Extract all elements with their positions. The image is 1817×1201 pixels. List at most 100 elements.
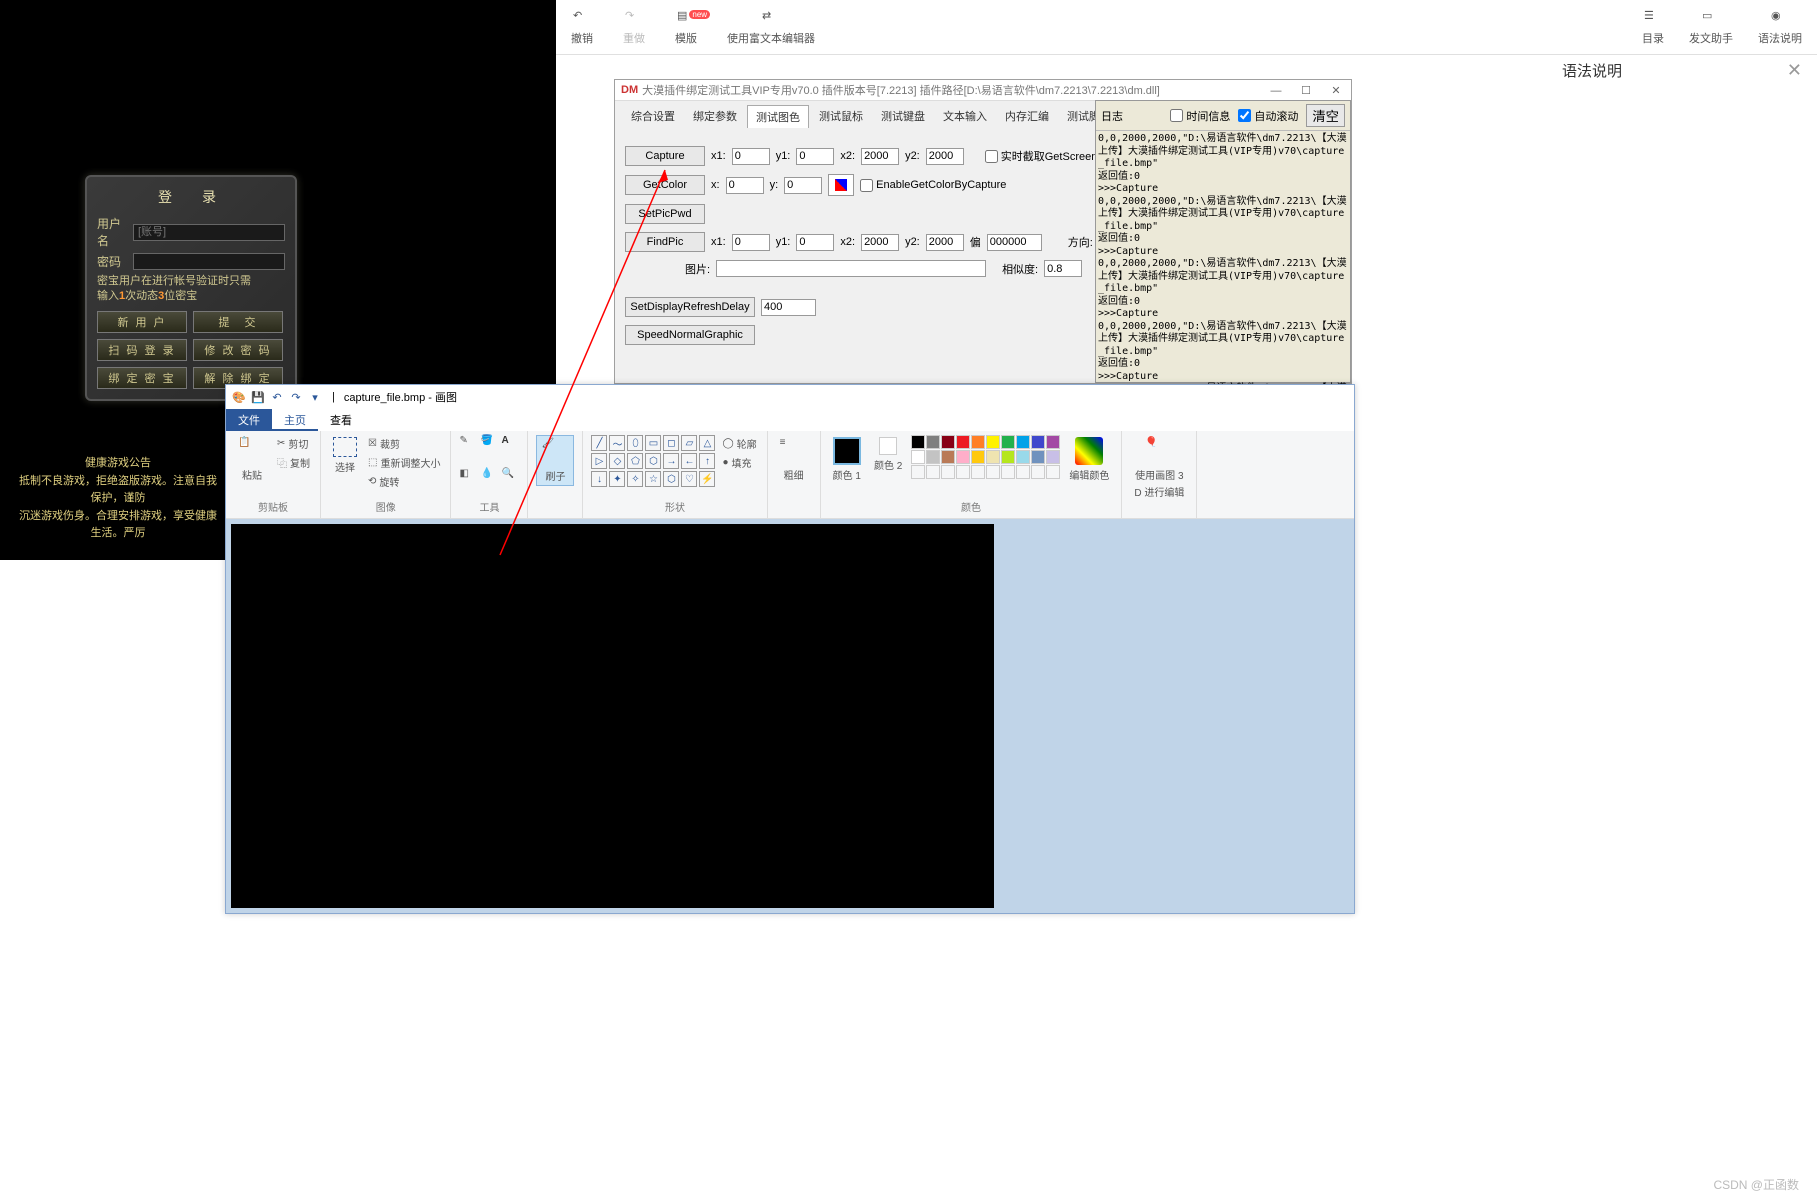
color-swatch[interactable] [956,435,970,449]
findpic-button[interactable]: FindPic [625,232,705,252]
color-swatch-empty[interactable] [956,465,970,479]
color-swatch[interactable] [1046,450,1060,464]
color-swatch[interactable] [1046,435,1060,449]
setpicpwd-button[interactable]: SetPicPwd [625,204,705,224]
color-swatch-empty[interactable] [1016,465,1030,479]
paste-button[interactable]: 📋粘贴 [234,435,270,484]
enable-getcolor-checkbox[interactable]: EnableGetColorByCapture [860,179,1006,192]
paint3d-button[interactable]: 🎈使用画图 3D 进行编辑 [1130,435,1188,501]
capture-y1-input[interactable] [796,148,834,165]
capture-x2-input[interactable] [861,148,899,165]
fill-shape-button[interactable]: ●填充 [720,454,758,471]
cut-button[interactable]: ✂剪切 [275,435,312,452]
new-user-button[interactable]: 新 用 户 [97,311,187,333]
paint-tab-home[interactable]: 主页 [272,409,318,431]
dm-tab-mouse[interactable]: 测试鼠标 [811,105,871,128]
color-swatch[interactable] [941,435,955,449]
color-swatch[interactable] [911,450,925,464]
display-delay-input[interactable] [761,299,816,316]
username-input[interactable] [133,224,285,241]
syntax-button[interactable]: ◉语法说明 [1758,9,1802,46]
color-swatch-empty[interactable] [971,465,985,479]
zoom-tool-icon[interactable]: 🔍 [501,468,519,479]
log-clear-button[interactable]: 清空 [1306,104,1345,127]
bind-secure-button[interactable]: 绑 定 密 宝 [97,367,187,389]
color-swatch[interactable] [971,450,985,464]
color-picker-icon[interactable] [828,174,854,196]
select-button[interactable]: 选择 [329,435,361,476]
getcolor-x-input[interactable] [726,177,764,194]
log-time-checkbox[interactable]: 时间信息 [1170,108,1230,124]
capture-y2-input[interactable] [926,148,964,165]
color-swatch[interactable] [926,450,940,464]
setdisplay-button[interactable]: SetDisplayRefreshDelay [625,297,755,317]
color-swatch-empty[interactable] [1046,465,1060,479]
outline-button[interactable]: ◯轮廓 [720,435,758,452]
findpic-x2-input[interactable] [861,234,899,251]
getcolor-y-input[interactable] [784,177,822,194]
getcolor-button[interactable]: GetColor [625,175,705,195]
speednormal-button[interactable]: SpeedNormalGraphic [625,325,755,345]
color-swatch[interactable] [986,450,1000,464]
crop-button[interactable]: ☒裁剪 [366,435,442,452]
minimize-icon[interactable]: — [1261,80,1291,101]
findpic-x1-input[interactable] [732,234,770,251]
color-palette[interactable] [911,435,1060,479]
template-button[interactable]: ▤new模版 [675,9,697,46]
thickness-button[interactable]: ≡粗细 [776,435,812,484]
color-swatch-empty[interactable] [1001,465,1015,479]
log-content[interactable]: 0,0,2000,2000,"D:\易语言软件\dm7.2213\【大漠上传】大… [1096,131,1350,389]
color-swatch[interactable] [986,435,1000,449]
toc-button[interactable]: ☰目录 [1642,9,1664,46]
paint-canvas[interactable]: 登 录 用户名 密码 密宝用户在进行帐号验证时只需输入1次动态3位密宝 新 用 … [231,524,994,908]
copy-button[interactable]: ⿻复制 [275,454,312,471]
color-swatch-empty[interactable] [986,465,1000,479]
color1-button[interactable]: 颜色 1 [829,435,865,484]
paint-titlebar[interactable]: 🎨 💾 ↶ ↷ ▾ | capture_file.bmp - 画图 [226,385,1354,409]
dm-tab-keyboard[interactable]: 测试键盘 [873,105,933,128]
color-swatch[interactable] [971,435,985,449]
submit-button[interactable]: 提 交 [193,311,283,333]
redo-button[interactable]: ↷重做 [623,9,645,46]
color-swatch-empty[interactable] [1031,465,1045,479]
scan-login-button[interactable]: 扫 码 登 录 [97,339,187,361]
brush-button[interactable]: 🖌刷子 [536,435,574,486]
paint-tab-view[interactable]: 查看 [318,409,364,431]
edit-colors-button[interactable]: 编辑颜色 [1065,435,1113,484]
undo-icon[interactable]: ↶ [269,389,285,405]
dm-tab-text[interactable]: 文本输入 [935,105,995,128]
pencil-tool-icon[interactable]: ✎ [459,435,477,446]
findpic-similarity-input[interactable] [1044,260,1082,277]
password-input[interactable] [133,253,285,270]
paint-tab-file[interactable]: 文件 [226,409,272,431]
findpic-y2-input[interactable] [926,234,964,251]
close-icon[interactable]: ✕ [1787,60,1802,81]
close-icon[interactable]: ✕ [1321,80,1351,101]
paint-canvas-area[interactable]: 登 录 用户名 密码 密宝用户在进行帐号验证时只需输入1次动态3位密宝 新 用 … [226,519,1354,913]
color-swatch-empty[interactable] [941,465,955,479]
color2-button[interactable]: 颜色 2 [870,435,906,474]
color-swatch[interactable] [1001,435,1015,449]
assistant-button[interactable]: ▭发文助手 [1689,9,1733,46]
resize-button[interactable]: ⬚重新调整大小 [366,454,442,471]
color-swatch[interactable] [911,435,925,449]
text-tool-icon[interactable]: A [501,435,519,446]
color-swatch[interactable] [926,435,940,449]
fill-tool-icon[interactable]: 🪣 [480,435,498,446]
findpic-path-input[interactable] [716,260,986,277]
richtext-button[interactable]: ⇄使用富文本编辑器 [727,9,815,46]
dm-tab-piccolor[interactable]: 测试图色 [747,105,809,128]
color-swatch[interactable] [1001,450,1015,464]
dm-tab-bind[interactable]: 绑定参数 [685,105,745,128]
color-swatch[interactable] [956,450,970,464]
save-icon[interactable]: 💾 [250,389,266,405]
color-swatch[interactable] [1031,435,1045,449]
capture-button[interactable]: Capture [625,146,705,166]
color-swatch[interactable] [1016,435,1030,449]
redo-icon[interactable]: ↷ [288,389,304,405]
maximize-icon[interactable]: ☐ [1291,80,1321,101]
capture-x1-input[interactable] [732,148,770,165]
dm-tab-general[interactable]: 综合设置 [623,105,683,128]
log-autoscroll-checkbox[interactable]: 自动滚动 [1238,108,1298,124]
qat-dropdown-icon[interactable]: ▾ [307,389,323,405]
